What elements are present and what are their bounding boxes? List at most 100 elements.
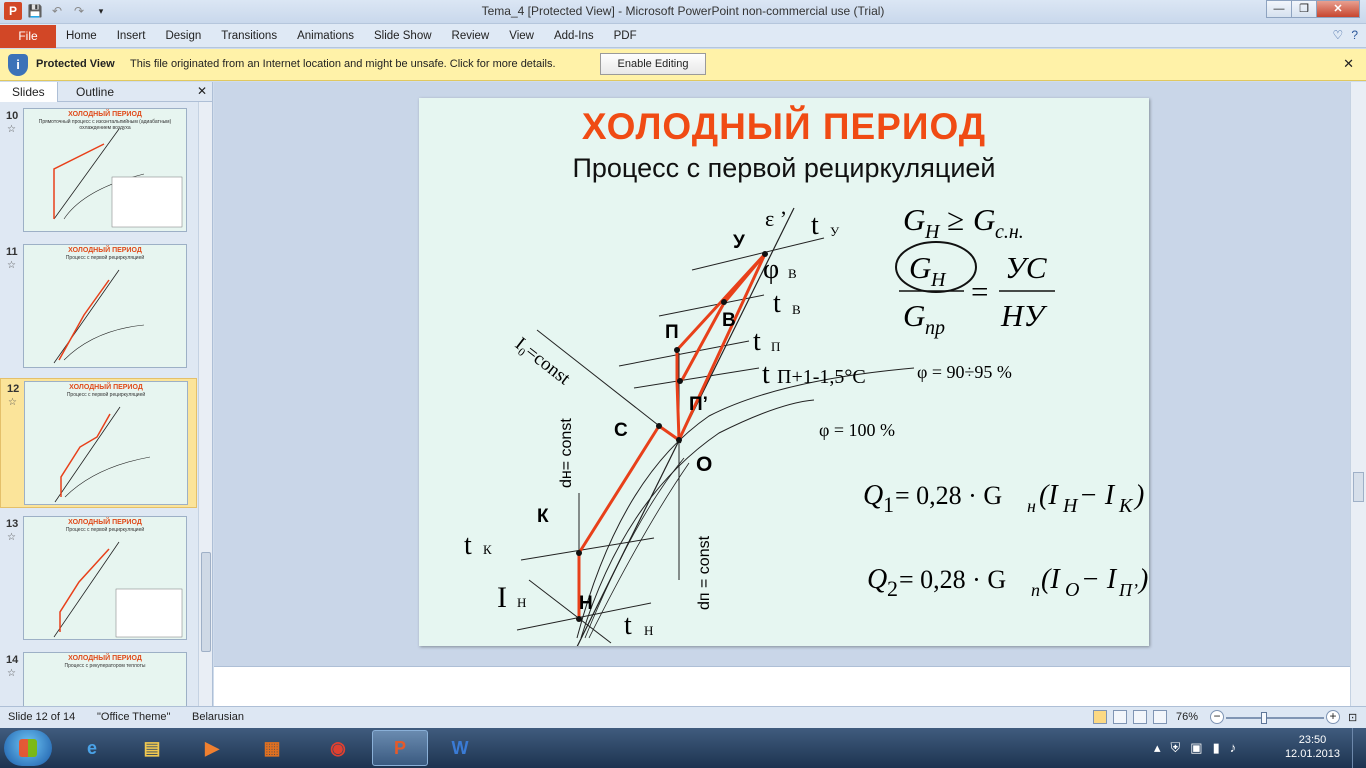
formula-q2-i1: О xyxy=(1065,579,1079,601)
slide-number: 13 xyxy=(6,518,19,530)
formula-ratio-rden: НУ xyxy=(1000,298,1048,333)
formula-q1-end: ) xyxy=(1133,480,1144,511)
enable-editing-button[interactable]: Enable Editing xyxy=(600,53,706,75)
restore-button[interactable]: ❐ xyxy=(1291,0,1317,18)
zoom-in-button[interactable]: + xyxy=(1326,710,1340,724)
slide-sorter-button[interactable] xyxy=(1113,710,1127,724)
thumbnail-image: ХОЛОДНЫЙ ПЕРИОД Процесс с первой рецирку… xyxy=(24,381,188,505)
powerpoint-taskbar-icon[interactable]: P xyxy=(372,730,428,766)
tab-slides[interactable]: Slides xyxy=(0,82,58,102)
slide-number: 10 xyxy=(6,110,19,122)
tab-insert[interactable]: Insert xyxy=(107,25,156,47)
slide-thumbnail-10[interactable]: 10 ☆ ХОЛОДНЫЙ ПЕРИОД Прямоточный процесс… xyxy=(0,106,197,236)
close-icon[interactable]: ✕ xyxy=(1343,56,1354,72)
tab-design[interactable]: Design xyxy=(155,25,211,47)
theme-name[interactable]: "Office Theme" xyxy=(97,711,170,723)
formula-q2-i2: П’ xyxy=(1118,580,1138,600)
show-hidden-icons-icon[interactable]: ▴ xyxy=(1154,740,1161,756)
formula-q1-i1: Н xyxy=(1062,495,1079,517)
formula-q1-sub: 1 xyxy=(883,492,894,517)
window-title: Tema_4 [Protected View] - Microsoft Powe… xyxy=(481,4,885,18)
slides-pane-scrollbar[interactable] xyxy=(198,102,212,706)
archive-tool-icon[interactable]: ▦ xyxy=(244,730,300,766)
slide-thumbnail-13[interactable]: 13 ☆ ХОЛОДНЫЙ ПЕРИОД Процесс с первой ре… xyxy=(0,514,197,644)
tab-outline[interactable]: Outline xyxy=(64,82,126,102)
formula-cond-rhs-sub: с.н. xyxy=(995,221,1024,243)
formula-q2-tail: (I xyxy=(1041,564,1061,595)
slide-number: 14 xyxy=(6,654,19,666)
ribbon-right-controls: ♡ ? xyxy=(1333,28,1358,42)
file-explorer-icon[interactable]: ▤ xyxy=(124,730,180,766)
word-taskbar-icon[interactable]: W xyxy=(432,730,488,766)
tab-add-ins[interactable]: Add-Ins xyxy=(544,25,604,47)
formula-q2-body: = 0,28 · G xyxy=(899,565,1006,594)
current-slide[interactable]: ХОЛОДНЫЙ ПЕРИОД Процесс с первой рецирку… xyxy=(419,98,1149,646)
thumbnail-diagram xyxy=(53,541,183,638)
tab-file[interactable]: File xyxy=(0,25,56,48)
fit-window-icon[interactable]: ⊡ xyxy=(1348,711,1357,724)
thumbnail-subtitle: Процесс с рекуператором теплоты xyxy=(64,663,146,669)
formula-q1-tail: (I xyxy=(1039,480,1059,511)
formula-q2-minus: − I xyxy=(1081,564,1118,595)
tab-view[interactable]: View xyxy=(499,25,544,47)
start-button[interactable] xyxy=(4,730,52,766)
device-icon[interactable]: ▣ xyxy=(1190,740,1202,756)
slide-thumbnail-12-selected[interactable]: 12 ☆ ХОЛОДНЫЙ ПЕРИОД Процесс с первой ре… xyxy=(0,378,197,508)
language[interactable]: Belarusian xyxy=(192,711,244,723)
thumbnail-image: ХОЛОДНЫЙ ПЕРИОД Процесс с рекуператором … xyxy=(23,652,187,706)
tab-home[interactable]: Home xyxy=(56,25,107,47)
chrome-icon[interactable]: ◉ xyxy=(310,730,366,766)
reading-view-button[interactable] xyxy=(1133,710,1147,724)
zoom-out-button[interactable]: − xyxy=(1210,710,1224,724)
minimize-button[interactable]: — xyxy=(1266,0,1292,18)
window-controls: — ❐ ✕ xyxy=(1266,0,1360,18)
internet-explorer-icon[interactable]: e xyxy=(64,730,120,766)
formula-q1-minus: − I xyxy=(1079,480,1116,511)
tab-animations[interactable]: Animations xyxy=(287,25,364,47)
media-player-icon[interactable]: ▶ xyxy=(184,730,240,766)
volume-icon[interactable]: ♪ xyxy=(1230,740,1237,756)
scrollbar-thumb[interactable] xyxy=(201,552,211,652)
notes-pane[interactable] xyxy=(214,666,1350,706)
network-signal-icon[interactable]: ▮ xyxy=(1213,740,1220,756)
zoom-slider[interactable]: − + xyxy=(1210,710,1340,726)
thumbnail-image: ХОЛОДНЫЙ ПЕРИОД Процесс с первой рецирку… xyxy=(23,244,187,368)
show-desktop-button[interactable] xyxy=(1352,728,1366,768)
formula-q2-end: ) xyxy=(1137,564,1148,595)
formula-q2-gsub: п xyxy=(1031,580,1040,600)
ribbon-collapse-icon[interactable]: ♡ xyxy=(1333,28,1344,42)
security-icon[interactable]: ⛨ xyxy=(1171,740,1181,756)
zoom-knob[interactable] xyxy=(1261,712,1267,724)
help-icon[interactable]: ? xyxy=(1351,28,1358,42)
scrollbar-thumb[interactable] xyxy=(1353,472,1364,502)
tab-review[interactable]: Review xyxy=(442,25,500,47)
slide-show-button[interactable] xyxy=(1153,710,1167,724)
protected-view-title: Protected View xyxy=(36,58,115,70)
clock[interactable]: 23:50 12.01.2013 xyxy=(1285,733,1340,761)
formula-cond-lhs-sub: Н xyxy=(924,221,941,243)
formula-q2: Q xyxy=(867,564,887,595)
tab-pdf[interactable]: PDF xyxy=(604,25,647,47)
pane-close-icon[interactable]: ✕ xyxy=(197,84,207,98)
view-buttons xyxy=(1093,710,1167,724)
clock-time: 23:50 xyxy=(1298,734,1327,746)
ribbon: File Home Insert Design Transitions Anim… xyxy=(0,24,1366,48)
formula-q1-i2: К xyxy=(1118,495,1134,517)
tab-transitions[interactable]: Transitions xyxy=(211,25,287,47)
zoom-level[interactable]: 76% xyxy=(1176,711,1198,723)
editor-scrollbar[interactable] xyxy=(1350,82,1366,706)
thumbnail-diagram xyxy=(53,128,183,228)
zoom-track[interactable] xyxy=(1226,717,1324,719)
thumbnail-diagram xyxy=(54,406,151,503)
close-button[interactable]: ✕ xyxy=(1316,0,1360,18)
thumbnail-image: ХОЛОДНЫЙ ПЕРИОД Прямоточный процесс с из… xyxy=(23,108,187,232)
thumbnail-image: ХОЛОДНЫЙ ПЕРИОД Процесс с первой рецирку… xyxy=(23,516,187,640)
tab-slide-show[interactable]: Slide Show xyxy=(364,25,442,47)
pane-tabs: Slides Outline ✕ xyxy=(0,82,213,102)
formula-ratio-den-sub: пр xyxy=(925,317,945,339)
protected-view-message[interactable]: This file originated from an Internet lo… xyxy=(130,58,556,70)
slide-thumbnail-14[interactable]: 14 ☆ ХОЛОДНЫЙ ПЕРИОД Процесс с рекуперат… xyxy=(0,650,197,706)
taskbar: e ▤ ▶ ▦ ◉ P W ▴ ⛨ ▣ ▮ ♪ 23:50 12.01.2013 xyxy=(0,728,1366,768)
slide-thumbnail-11[interactable]: 11 ☆ ХОЛОДНЫЙ ПЕРИОД Процесс с первой ре… xyxy=(0,242,197,372)
normal-view-button[interactable] xyxy=(1093,710,1107,724)
